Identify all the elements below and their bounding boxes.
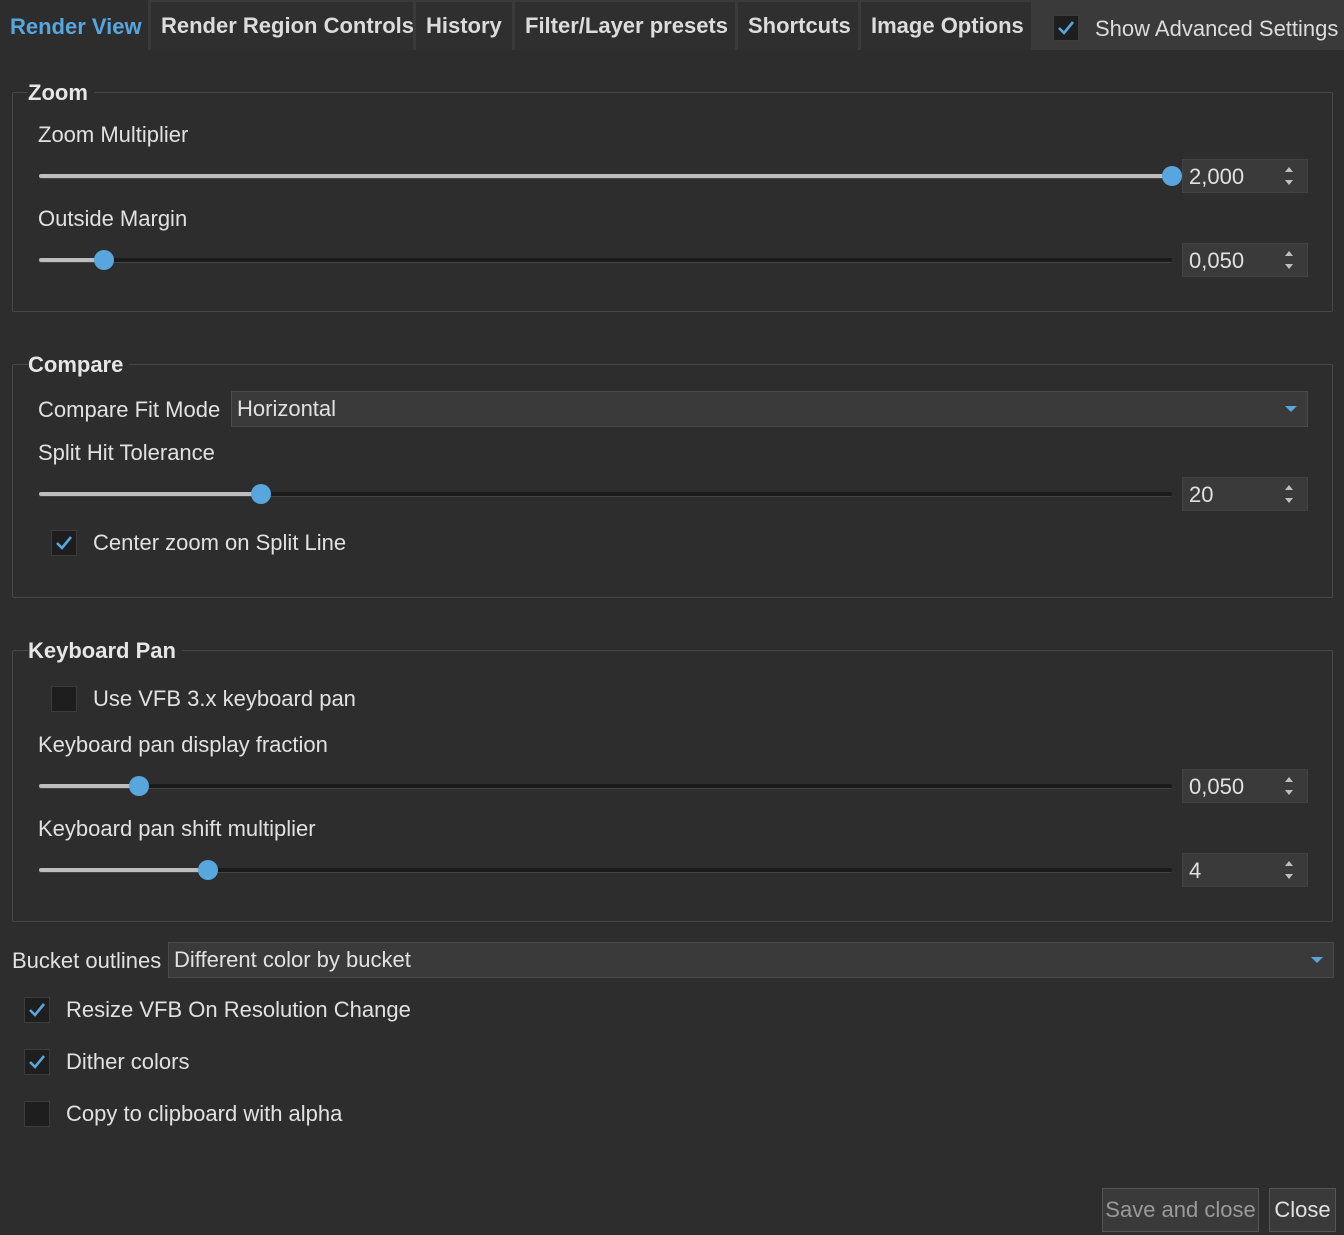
pan-shift-multiplier-label: Keyboard pan shift multiplier: [38, 816, 316, 841]
copy-alpha-checkbox[interactable]: [24, 1101, 50, 1127]
spinbox-value: 2,000: [1189, 164, 1245, 189]
arrow-up-icon[interactable]: [1285, 251, 1293, 256]
copy-alpha-label: Copy to clipboard with alpha: [66, 1101, 343, 1126]
slider-thumb[interactable]: [198, 860, 218, 880]
tab-history[interactable]: History: [416, 2, 512, 50]
slider-fill: [39, 492, 261, 496]
zoom-multiplier-label: Zoom Multiplier: [38, 122, 189, 147]
compare-group-title: Compare: [28, 352, 130, 378]
tab-label: Render Region Controls: [161, 13, 415, 38]
tab-label: Image Options: [871, 13, 1024, 38]
tab-bar: Render View Render Region Controls Histo…: [0, 0, 1344, 52]
pan-display-fraction-label: Keyboard pan display fraction: [38, 732, 328, 757]
slider-thumb[interactable]: [129, 776, 149, 796]
dither-colors-label: Dither colors: [66, 1049, 190, 1074]
center-zoom-label: Center zoom on Split Line: [93, 530, 347, 555]
split-hit-tolerance-label: Split Hit Tolerance: [38, 440, 215, 465]
arrow-up-icon[interactable]: [1285, 167, 1293, 172]
resize-vfb-checkbox[interactable]: [24, 997, 50, 1023]
split-hit-tolerance-slider[interactable]: [39, 482, 1172, 506]
center-zoom-checkbox[interactable]: [51, 530, 77, 556]
check-icon: [29, 1055, 46, 1069]
tab-filter-layer-presets[interactable]: Filter/Layer presets: [515, 2, 735, 50]
arrow-down-icon[interactable]: [1285, 790, 1293, 795]
tab-render-region-controls[interactable]: Render Region Controls: [151, 2, 415, 50]
arrow-down-icon[interactable]: [1285, 264, 1293, 269]
select-value: Different color by bucket: [174, 947, 411, 972]
outside-margin-label: Outside Margin: [38, 206, 188, 231]
compare-group: Compare Compare Fit Mode Horizontal Spli…: [12, 352, 1333, 598]
pan-shift-multiplier-spinbox[interactable]: 4: [1182, 853, 1308, 887]
slider-fill: [39, 868, 208, 872]
compare-fit-mode-select[interactable]: Horizontal: [231, 391, 1308, 427]
spinbox-arrows[interactable]: [1285, 164, 1297, 190]
tab-label: History: [426, 13, 502, 38]
show-advanced-checkbox[interactable]: [1053, 15, 1079, 41]
select-value: Horizontal: [237, 396, 337, 421]
check-icon: [56, 536, 73, 550]
spinbox-arrows[interactable]: [1285, 248, 1297, 274]
chevron-down-icon: [1311, 957, 1323, 963]
spinbox-value: 20: [1189, 482, 1214, 507]
use-vfb3-checkbox[interactable]: [51, 686, 77, 712]
chevron-down-icon: [1285, 406, 1297, 412]
tab-image-options[interactable]: Image Options: [861, 2, 1031, 50]
check-icon: [1058, 21, 1075, 35]
spinbox-value: 0,050: [1189, 774, 1245, 799]
show-advanced-label: Show Advanced Settings: [1095, 16, 1339, 41]
zoom-group-title: Zoom: [28, 80, 94, 106]
pan-display-fraction-slider[interactable]: [39, 774, 1172, 798]
arrow-down-icon[interactable]: [1285, 498, 1293, 503]
tab-shortcuts[interactable]: Shortcuts: [738, 2, 858, 50]
arrow-up-icon[interactable]: [1285, 777, 1293, 782]
zoom-multiplier-spinbox[interactable]: 2,000: [1182, 159, 1308, 193]
compare-fit-mode-label: Compare Fit Mode: [38, 397, 221, 422]
slider-thumb[interactable]: [1162, 166, 1182, 186]
split-hit-tolerance-spinbox[interactable]: 20: [1182, 477, 1308, 511]
outside-margin-spinbox[interactable]: 0,050: [1182, 243, 1308, 277]
arrow-down-icon[interactable]: [1285, 874, 1293, 879]
arrow-down-icon[interactable]: [1285, 180, 1293, 185]
tab-label: Filter/Layer presets: [525, 13, 728, 38]
arrow-up-icon[interactable]: [1285, 861, 1293, 866]
bucket-outlines-select[interactable]: Different color by bucket: [168, 942, 1334, 978]
spinbox-value: 4: [1189, 858, 1202, 883]
bucket-outlines-label: Bucket outlines: [12, 948, 162, 973]
tab-label: Shortcuts: [748, 13, 851, 38]
keyboard-pan-group-title: Keyboard Pan: [28, 638, 182, 664]
keyboard-pan-group: Keyboard Pan Use VFB 3.x keyboard pan Ke…: [12, 638, 1333, 922]
resize-vfb-label: Resize VFB On Resolution Change: [66, 997, 411, 1022]
slider-track: [39, 784, 1172, 789]
close-button[interactable]: Close: [1269, 1188, 1336, 1232]
slider-thumb[interactable]: [94, 250, 114, 270]
slider-fill: [39, 784, 139, 788]
spinbox-value: 0,050: [1189, 248, 1245, 273]
slider-track: [39, 258, 1172, 263]
tab-render-view[interactable]: Render View: [0, 0, 148, 52]
slider-fill: [39, 174, 1172, 178]
dither-colors-checkbox[interactable]: [24, 1049, 50, 1075]
outside-margin-slider[interactable]: [39, 248, 1172, 272]
zoom-multiplier-slider[interactable]: [39, 164, 1182, 188]
spinbox-arrows[interactable]: [1285, 774, 1297, 800]
spinbox-arrows[interactable]: [1285, 482, 1297, 508]
use-vfb3-label: Use VFB 3.x keyboard pan: [93, 686, 356, 711]
pan-shift-multiplier-slider[interactable]: [39, 858, 1172, 882]
pan-display-fraction-spinbox[interactable]: 0,050: [1182, 769, 1308, 803]
tab-label: Render View: [10, 14, 142, 39]
slider-thumb[interactable]: [251, 484, 271, 504]
arrow-up-icon[interactable]: [1285, 485, 1293, 490]
spinbox-arrows[interactable]: [1285, 858, 1297, 884]
check-icon: [29, 1003, 46, 1017]
save-and-close-button[interactable]: Save and close: [1102, 1188, 1259, 1232]
zoom-group: Zoom Zoom Multiplier 2,000 Outside Margi…: [12, 80, 1333, 312]
